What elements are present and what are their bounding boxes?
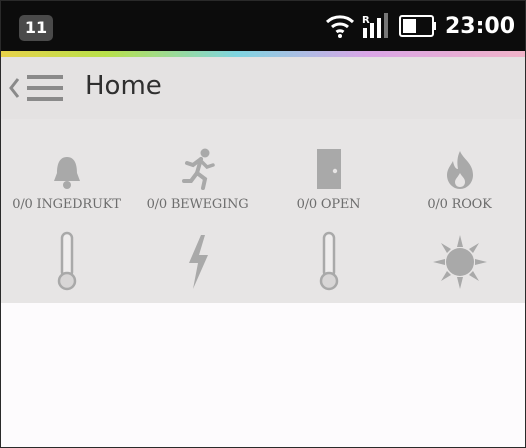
- action-bar: Home: [1, 57, 525, 119]
- battery-icon: [398, 15, 436, 37]
- sensor-label: 0/0 ROOK: [427, 197, 492, 212]
- sensor-tile-temperature-1[interactable]: [1, 227, 132, 291]
- thermometer-icon: [57, 231, 76, 291]
- signal-icon: R: [362, 13, 388, 38]
- sensor-panel: 0/0 INGEDRUKT 0/0 BEWEGING 0/0 OPEN 0/0 …: [1, 119, 525, 303]
- status-icons: R 23:00: [325, 11, 515, 41]
- status-bar: 11 R 23:00: [1, 1, 525, 51]
- sensor-tile-power[interactable]: [132, 227, 263, 291]
- empty-content-area: [1, 303, 525, 447]
- menu-icon: [27, 75, 63, 101]
- running-person-icon: [181, 148, 215, 190]
- svg-text:R: R: [362, 15, 370, 26]
- sensor-label: 0/0 INGEDRUKT: [12, 197, 121, 212]
- wifi-icon: [325, 15, 354, 38]
- sensor-tile-ingedrukt[interactable]: 0/0 INGEDRUKT: [1, 139, 132, 212]
- sensor-label: 0/0 BEWEGING: [146, 197, 249, 212]
- up-navigation-button[interactable]: [7, 69, 77, 107]
- flame-icon: [446, 151, 473, 189]
- thermometer-icon: [319, 231, 338, 291]
- sensor-label: 0/0 OPEN: [296, 197, 361, 212]
- app-screen: 11 R 23:00 Home 0/0 INGEDRUKT 0/0 BEWEGI…: [0, 0, 526, 448]
- sensor-tile-beweging[interactable]: 0/0 BEWEGING: [132, 139, 263, 212]
- sensor-tile-open[interactable]: 0/0 OPEN: [263, 139, 394, 212]
- notification-count-badge[interactable]: 11: [19, 15, 53, 41]
- door-icon: [316, 149, 341, 189]
- bell-icon: [53, 157, 80, 189]
- page-title: Home: [85, 71, 162, 101]
- back-chevron-icon: [9, 78, 20, 98]
- sensor-tile-rook[interactable]: 0/0 ROOK: [394, 139, 525, 212]
- lightning-icon: [188, 235, 208, 289]
- sensor-tile-light[interactable]: [394, 227, 525, 291]
- clock: 23:00: [444, 13, 515, 39]
- sun-icon: [432, 235, 487, 289]
- sensor-tile-temperature-2[interactable]: [263, 227, 394, 291]
